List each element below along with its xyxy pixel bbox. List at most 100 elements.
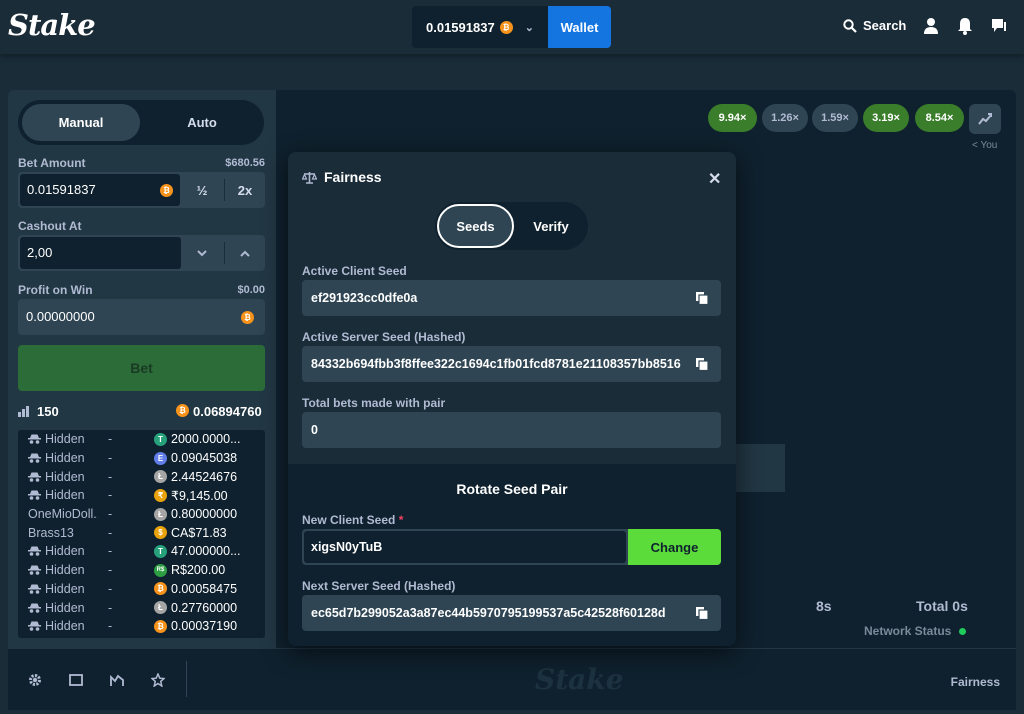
half-button[interactable]: ½: [182, 172, 222, 208]
bet-row[interactable]: Hidden - E 0.09045038: [18, 449, 265, 468]
bet-amount-input[interactable]: 0.01591837 ₿: [20, 174, 180, 206]
total-bets-label: Total bets made with pair: [302, 396, 446, 410]
chevron-down-icon: [197, 249, 207, 256]
bell-icon[interactable]: [957, 17, 973, 35]
star-icon[interactable]: [151, 673, 165, 687]
bet-amount-value: 2000.0000...: [171, 432, 241, 447]
bet-user[interactable]: Hidden: [18, 470, 98, 484]
chevron-down-icon[interactable]: ⌄: [525, 21, 534, 34]
double-button[interactable]: 2x: [225, 172, 265, 208]
search-button[interactable]: Search: [843, 18, 906, 33]
bet-amount: ₿ 0.00058475: [154, 582, 259, 596]
required-mark: *: [398, 513, 404, 527]
history-multiplier[interactable]: 1.59×: [812, 104, 858, 132]
client-seed-field[interactable]: ef291923cc0dfe0a: [302, 280, 721, 316]
change-button[interactable]: Change: [628, 529, 721, 565]
bet-amount-value: 0.80000000: [171, 507, 238, 522]
bet-amount-value: 0.00037190: [171, 619, 238, 634]
bottom-bar: Stake Fairness: [8, 648, 1016, 710]
bet-user-name: Hidden: [45, 581, 85, 596]
new-client-seed-input[interactable]: xigsN0yTuB: [304, 531, 626, 563]
total-bets-field: 0: [302, 412, 721, 448]
bet-cashout: -: [108, 544, 113, 559]
bet-row[interactable]: Hidden - R$ R$200.00: [18, 561, 265, 580]
bet-row[interactable]: Hidden - T 2000.0000...: [18, 430, 265, 449]
modal-title: Fairness: [302, 169, 382, 185]
players-count: 150: [37, 404, 59, 419]
live-bets-list[interactable]: Hidden - T 2000.0000... Hidden - E 0.09045038 Hi…: [18, 430, 265, 638]
tab-manual[interactable]: Manual: [22, 104, 140, 141]
bet-user[interactable]: Hidden: [18, 451, 98, 465]
cashout-input[interactable]: 2,00: [20, 237, 181, 269]
bet-row[interactable]: Hidden - Ł 0.27760000: [18, 598, 265, 617]
bet-user[interactable]: OneMioDoll...: [18, 507, 98, 521]
currency-token-icon: Ł: [154, 601, 167, 615]
bet-cashout: -: [108, 451, 113, 466]
bet-user[interactable]: Hidden: [18, 432, 98, 446]
copy-icon[interactable]: [695, 606, 709, 620]
bet-row[interactable]: Hidden - ₿ 0.00037190: [18, 617, 265, 636]
bet-row[interactable]: Hidden - T 47.000000...: [18, 542, 265, 561]
bet-user[interactable]: Hidden: [18, 488, 98, 502]
network-status: Network Status: [864, 624, 967, 638]
stake-logo[interactable]: Stake: [8, 8, 96, 42]
currency-token-icon: ₹: [154, 488, 167, 502]
cashout-increase-button[interactable]: [225, 235, 265, 271]
hidden-user-icon: [28, 603, 41, 613]
history-multiplier[interactable]: 9.94×: [708, 104, 757, 132]
bet-row[interactable]: Hidden - Ł 2.44524676: [18, 467, 265, 486]
close-icon[interactable]: ✕: [708, 169, 721, 189]
bet-user[interactable]: Hidden: [18, 601, 98, 615]
trend-icon: [978, 113, 992, 125]
bet-cashout: -: [108, 432, 113, 447]
copy-icon[interactable]: [695, 291, 709, 305]
bet-user-name: OneMioDoll...: [28, 507, 98, 522]
round-total: Total 0s: [916, 598, 968, 614]
bet-user[interactable]: Hidden: [18, 619, 98, 633]
bet-user[interactable]: Hidden: [18, 563, 98, 577]
round-timer: 8s: [816, 598, 832, 614]
next-server-seed-field[interactable]: ec65d7b299052a3a87ec44b5970795199537a5c4…: [302, 595, 721, 631]
server-seed-field[interactable]: 84332b694fbb3f8ffee322c1694c1fb01fcd8781…: [302, 346, 721, 382]
players-icon: [18, 406, 29, 417]
copy-icon[interactable]: [695, 357, 709, 371]
history-multiplier[interactable]: 3.19×: [863, 104, 909, 132]
bet-amount-value: R$200.00: [171, 563, 226, 578]
fairness-link[interactable]: Fairness: [951, 675, 1000, 689]
bet-user-name: Hidden: [45, 600, 85, 615]
bet-user[interactable]: Hidden: [18, 544, 98, 558]
bet-user-name: Hidden: [45, 451, 85, 466]
history-multiplier[interactable]: 1.26×: [762, 104, 808, 132]
bet-button[interactable]: Bet: [18, 345, 265, 391]
tab-auto[interactable]: Auto: [144, 104, 260, 141]
cashout-decrease-button[interactable]: [182, 235, 222, 271]
profit-value: 0.00000000: [26, 309, 95, 324]
hidden-user-icon: [28, 621, 41, 632]
tab-seeds[interactable]: Seeds: [437, 204, 514, 248]
total-bets-value: 0: [311, 423, 318, 437]
bet-amount-value: CA$71.83: [171, 525, 227, 540]
chat-icon[interactable]: [991, 17, 1007, 35]
bet-row[interactable]: Brass13 - $ CA$71.83: [18, 523, 265, 542]
currency-token-icon: Ł: [154, 470, 167, 484]
theatre-mode-icon[interactable]: [69, 673, 83, 687]
chart-icon[interactable]: [110, 673, 124, 687]
balance-selector[interactable]: 0.01591837 ₿ ⌄: [412, 6, 548, 48]
bet-user[interactable]: Brass13: [18, 526, 98, 540]
bet-amount-value: 47.000000...: [171, 544, 241, 559]
bet-cashout: -: [108, 525, 113, 540]
bet-row[interactable]: Hidden - ₿ 0.00058475: [18, 580, 265, 599]
bet-amount-label: Bet Amount: [18, 156, 86, 170]
history-multiplier[interactable]: 8.54×: [915, 104, 964, 132]
bet-cashout: -: [108, 563, 113, 578]
user-icon[interactable]: [923, 17, 939, 35]
gear-icon[interactable]: [28, 673, 42, 687]
tab-verify[interactable]: Verify: [517, 204, 585, 248]
bet-row[interactable]: Hidden - ₹ ₹9,145.00: [18, 486, 265, 505]
bet-amount-value: 0.00058475: [171, 581, 238, 596]
bet-controls-panel: Manual Auto Bet Amount $680.56 0.0159183…: [8, 90, 276, 648]
bet-user[interactable]: Hidden: [18, 582, 98, 596]
bet-row[interactable]: OneMioDoll... - Ł 0.80000000: [18, 505, 265, 524]
stats-button[interactable]: [969, 104, 1001, 134]
wallet-button[interactable]: Wallet: [548, 6, 611, 48]
